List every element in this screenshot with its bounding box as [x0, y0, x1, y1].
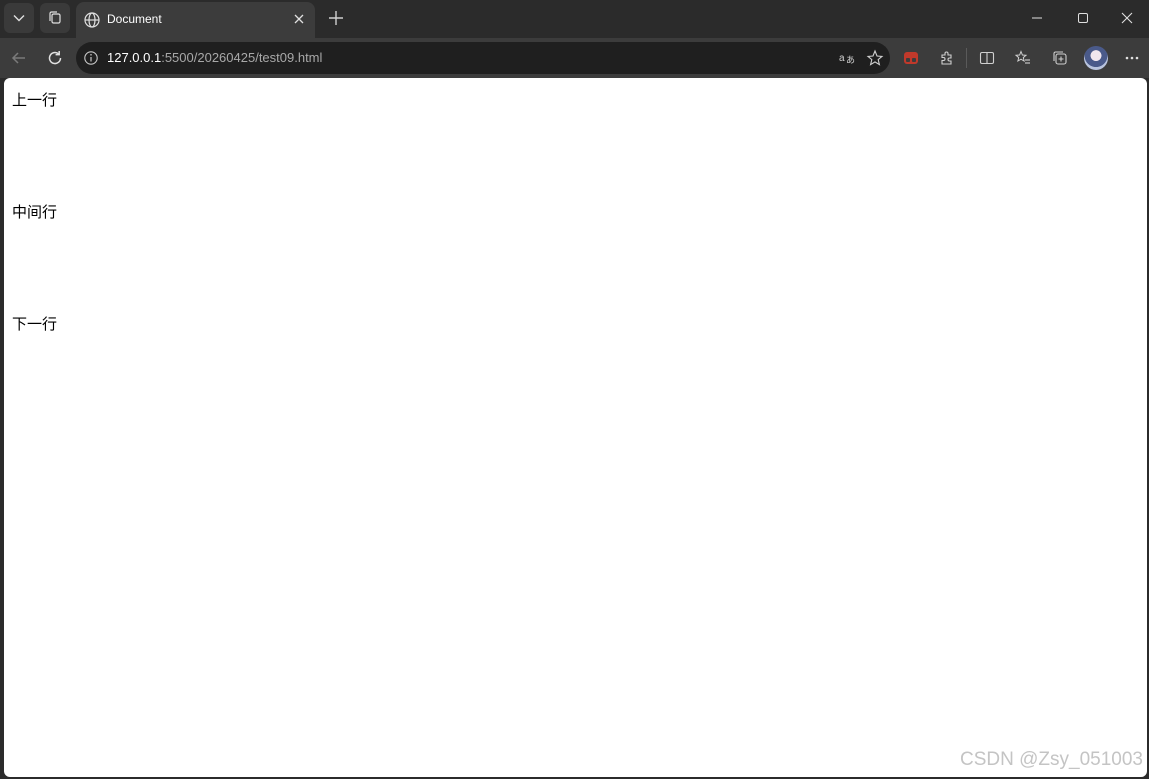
extension-button[interactable]	[897, 44, 925, 72]
extensions-menu-button[interactable]	[933, 44, 961, 72]
tab-actions-button[interactable]	[4, 3, 34, 33]
globe-icon	[84, 12, 100, 28]
address-bar[interactable]: 127.0.0.1:5500/20260425/test09.html a あ	[76, 42, 890, 74]
tab-title: Document	[107, 12, 162, 26]
tab-strip: Document	[0, 0, 1149, 38]
minimize-icon	[1032, 17, 1042, 19]
back-button[interactable]	[5, 44, 33, 72]
browser-window: Document 127.0.0.1:5500/20260425/test09.…	[0, 0, 1149, 779]
extension-app-icon	[904, 52, 918, 64]
profile-avatar[interactable]	[1084, 46, 1108, 70]
close-window-button[interactable]	[1104, 0, 1149, 36]
site-info-button[interactable]	[82, 49, 100, 67]
url-host: 127.0.0.1	[107, 50, 162, 65]
svg-text:あ: あ	[846, 55, 855, 66]
toolbar-divider	[966, 48, 967, 68]
split-screen-icon	[979, 51, 995, 65]
puzzle-icon	[941, 51, 952, 65]
maximize-icon	[1078, 13, 1088, 23]
refresh-icon	[48, 51, 62, 65]
more-horizontal-icon	[1125, 56, 1139, 60]
settings-more-button[interactable]	[1118, 44, 1146, 72]
text-line-middle: 中间行	[12, 203, 58, 221]
minimize-button[interactable]	[1014, 0, 1060, 36]
page-viewport: 上一行 中间行 下一行 CSDN @Zsy_051003	[4, 78, 1147, 777]
svg-text:a: a	[839, 53, 845, 64]
tab-close-button[interactable]	[290, 10, 308, 28]
workspaces-button[interactable]	[40, 3, 70, 33]
info-icon	[84, 51, 98, 65]
chevron-down-icon	[13, 15, 25, 22]
favorites-button[interactable]	[1009, 44, 1037, 72]
plus-icon	[329, 11, 343, 25]
close-icon	[294, 14, 304, 24]
text-line-bottom: 下一行	[12, 315, 58, 333]
url-path: :5500/20260425/test09.html	[161, 50, 323, 65]
workspaces-icon	[49, 11, 61, 24]
favorite-star-button[interactable]	[864, 47, 886, 69]
favorites-list-icon	[1014, 50, 1030, 64]
translate-icon: a あ	[839, 53, 855, 66]
refresh-button[interactable]	[41, 44, 69, 72]
close-icon	[1121, 12, 1133, 24]
collections-icon	[1053, 51, 1067, 65]
new-tab-button[interactable]	[322, 4, 350, 32]
maximize-button[interactable]	[1060, 0, 1106, 36]
read-aloud-translate-button[interactable]: a あ	[836, 47, 858, 69]
text-line-top: 上一行	[12, 91, 58, 109]
tab-document[interactable]: Document	[76, 2, 315, 38]
arrow-left-icon	[11, 52, 25, 64]
url-text[interactable]: 127.0.0.1:5500/20260425/test09.html	[107, 50, 322, 66]
star-icon	[866, 49, 884, 66]
browser-toolbar: 127.0.0.1:5500/20260425/test09.html a あ	[0, 38, 1149, 78]
watermark: CSDN @Zsy_051003	[960, 749, 1143, 770]
collections-button[interactable]	[1046, 44, 1074, 72]
split-screen-button[interactable]	[973, 44, 1001, 72]
